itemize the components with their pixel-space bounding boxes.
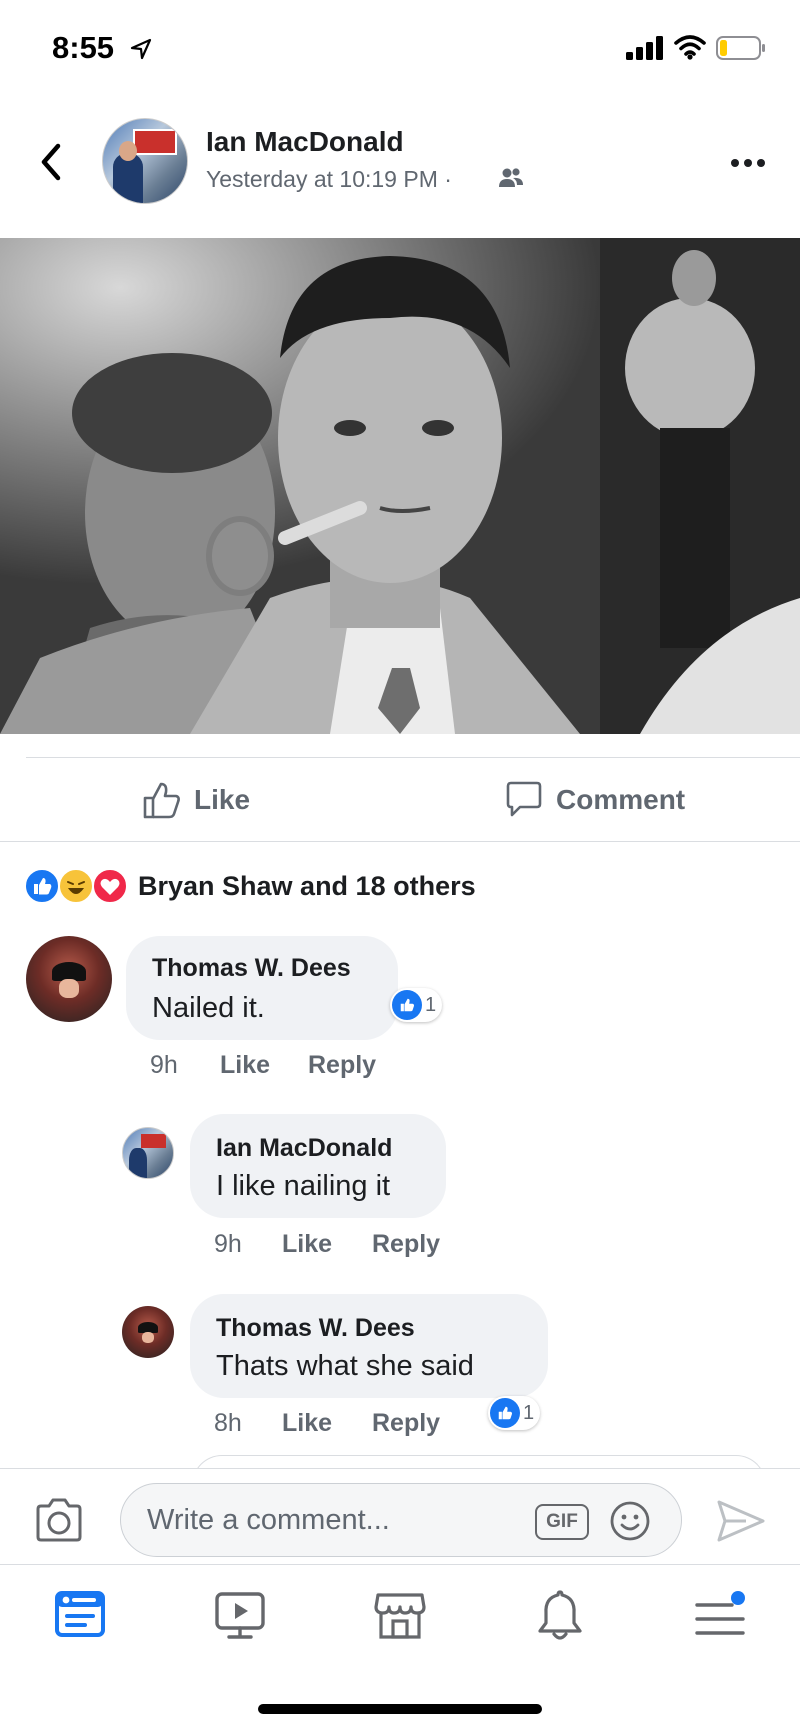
comment-like-number: 1	[523, 1401, 535, 1424]
avatar-sign-shape	[133, 129, 177, 155]
comment-composer: Write a comment... GIF	[0, 1468, 800, 1564]
reaction-icons	[24, 868, 132, 904]
avatar-person-shape	[129, 1148, 147, 1178]
like-reaction-icon	[392, 990, 422, 1020]
comment-reply-link[interactable]: Reply	[372, 1230, 440, 1259]
author-avatar[interactable]	[102, 118, 188, 204]
comment-reply-link[interactable]: Reply	[372, 1409, 440, 1438]
comment-like-count[interactable]: 1	[488, 1396, 541, 1430]
avatar-face-shape	[141, 1332, 155, 1344]
commenter-avatar[interactable]	[122, 1306, 174, 1358]
comment-bubble[interactable]: Thomas W. Dees Thats what she said	[190, 1294, 548, 1398]
love-reaction-icon	[92, 868, 128, 904]
comment-text: Nailed it.	[152, 992, 265, 1024]
home-indicator[interactable]	[258, 1704, 542, 1714]
camera-icon[interactable]	[34, 1497, 84, 1543]
comment-meta: 9h Like Reply	[150, 1051, 410, 1081]
like-button[interactable]: Like	[142, 772, 250, 828]
battery-icon	[716, 36, 765, 60]
like-button-label: Like	[194, 784, 251, 815]
comment-author[interactable]: Ian MacDonald	[216, 1134, 392, 1163]
reactions-summary-text: Bryan Shaw and 18 others	[138, 870, 476, 901]
gif-button[interactable]: GIF	[535, 1504, 589, 1540]
emoji-icon[interactable]	[609, 1500, 651, 1542]
thumbs-up-icon	[143, 782, 180, 819]
status-time: 8:55	[52, 30, 115, 65]
reactions-summary[interactable]: Bryan Shaw and 18 others	[24, 868, 476, 904]
comment-time: 8h	[214, 1409, 242, 1437]
avatar-hat-shape	[51, 961, 87, 981]
post-timestamp[interactable]: Yesterday at 10:19 PM ·	[206, 166, 452, 193]
comment-like-link[interactable]: Like	[282, 1409, 332, 1438]
news-feed-tab-icon[interactable]	[52, 1587, 108, 1643]
watch-tab-icon[interactable]	[212, 1587, 268, 1643]
comment-like-count[interactable]: 1	[390, 988, 443, 1022]
like-reaction-icon	[490, 1398, 520, 1428]
comment-text: I like nailing it	[216, 1170, 391, 1202]
post-photo-illustration	[0, 238, 800, 734]
comment-meta: 9h Like Reply	[214, 1230, 474, 1260]
send-icon[interactable]	[716, 1499, 766, 1543]
marketplace-tab-icon[interactable]	[372, 1587, 428, 1643]
avatar-face-shape	[58, 979, 80, 998]
author-name[interactable]: Ian MacDonald	[206, 126, 404, 158]
comment-text: Thats what she said	[216, 1350, 474, 1382]
avatar-head-shape	[119, 141, 137, 161]
comment-time: 9h	[214, 1230, 242, 1258]
friends-audience-icon	[499, 168, 523, 187]
location-arrow-icon	[130, 38, 152, 60]
comment-input[interactable]: Write a comment... GIF	[120, 1483, 682, 1557]
comment-time: 9h	[150, 1051, 178, 1079]
comment-author[interactable]: Thomas W. Dees	[152, 954, 351, 983]
commenter-avatar[interactable]	[26, 936, 112, 1022]
comment-button-label: Comment	[556, 784, 686, 815]
comment-like-number: 1	[425, 993, 437, 1016]
avatar-sign-shape	[140, 1134, 166, 1148]
comment-input-placeholder: Write a comment...	[147, 1504, 390, 1536]
comment-like-link[interactable]: Like	[282, 1230, 332, 1259]
comment-reply-link[interactable]: Reply	[308, 1051, 376, 1080]
more-options-button[interactable]	[728, 148, 768, 178]
haha-reaction-icon	[58, 868, 94, 904]
notifications-bell-icon[interactable]	[532, 1587, 588, 1643]
comment-button[interactable]: Comment	[504, 772, 685, 828]
wifi-icon	[674, 35, 706, 60]
post-photo[interactable]	[0, 238, 800, 734]
menu-hamburger-icon[interactable]	[692, 1587, 748, 1643]
cellular-signal-icon	[626, 36, 663, 60]
comment-meta: 8h Like Reply	[214, 1409, 474, 1439]
bottom-tab-bar	[0, 1564, 800, 1684]
commenter-avatar[interactable]	[122, 1127, 174, 1179]
actions-divider	[0, 841, 800, 842]
comment-icon	[506, 781, 542, 817]
photo-divider	[26, 757, 800, 758]
back-button[interactable]	[36, 140, 66, 184]
comment-bubble[interactable]: Thomas W. Dees Nailed it.	[126, 936, 398, 1040]
comment-like-link[interactable]: Like	[220, 1051, 270, 1080]
comment-bubble[interactable]: Ian MacDonald I like nailing it	[190, 1114, 446, 1218]
like-reaction-icon	[24, 868, 60, 904]
comment-author[interactable]: Thomas W. Dees	[216, 1314, 415, 1343]
status-bar: 8:55	[0, 0, 800, 100]
